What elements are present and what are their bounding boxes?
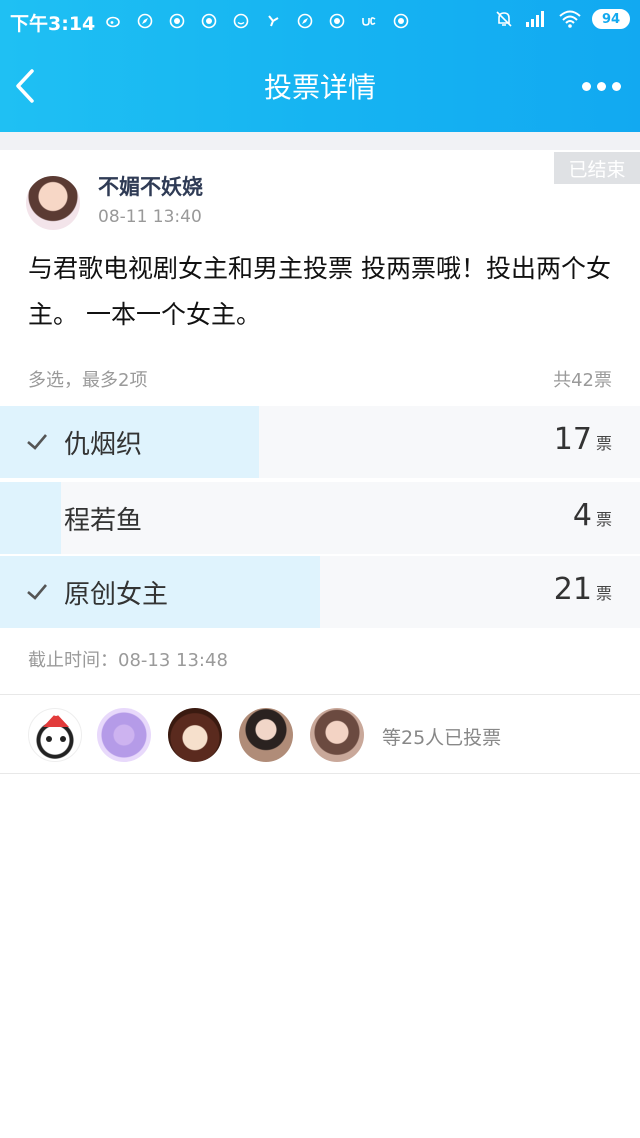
signal-icon xyxy=(524,9,548,29)
panda-santa-avatar xyxy=(28,708,82,762)
status-badge: 已结束 xyxy=(554,152,640,184)
vote-rule: 多选，最多2项 xyxy=(28,370,148,391)
vote-deadline: 截止时间：08-13 13:48 xyxy=(28,650,228,671)
top-bar: 下午3:14 94 投票详情 xyxy=(0,0,640,132)
qq-icon xyxy=(392,12,410,30)
weibo-icon xyxy=(104,12,122,30)
vote-count-unit: 票 xyxy=(595,434,612,453)
vote-option-label: 仇烟织 xyxy=(64,430,143,460)
compass-icon xyxy=(296,12,314,30)
vote-option-count: 17 票 xyxy=(554,422,612,457)
vote-count-unit: 票 xyxy=(595,584,612,603)
qq-icon xyxy=(168,12,186,30)
vote-option-label: 程若鱼 xyxy=(64,506,143,536)
section-separator xyxy=(0,132,640,150)
voter-list[interactable]: 等25人已投票 xyxy=(0,695,640,773)
mute-bell-icon xyxy=(494,9,514,29)
vote-count-number: 21 xyxy=(553,572,592,607)
smile-icon xyxy=(232,12,250,30)
more-button[interactable] xyxy=(582,76,622,96)
author-name[interactable]: 不媚不妖娆 xyxy=(98,171,203,201)
more-dots-icon xyxy=(582,81,591,91)
qq-icon xyxy=(328,12,346,30)
status-time: 下午3:14 xyxy=(10,13,96,35)
divider xyxy=(0,773,640,774)
notification-icons xyxy=(104,12,410,30)
uc-icon xyxy=(360,12,378,30)
vote-option-count: 4 票 xyxy=(573,498,612,533)
voters-summary: 等25人已投票 xyxy=(382,727,502,749)
vote-option-label: 原创女主 xyxy=(64,580,169,610)
qq-icon xyxy=(200,12,218,30)
vote-option-3[interactable]: 原创女主 21 票 xyxy=(0,556,640,628)
vote-count-unit: 票 xyxy=(595,510,612,529)
post-content: 与君歌电视剧女主和男主投票 投两票哦！投出两个女主。 一本一个女主。 xyxy=(28,254,611,329)
purple-cartoon-avatar xyxy=(97,708,151,762)
page-title: 投票详情 xyxy=(263,71,376,104)
anime-boy-avatar xyxy=(168,708,222,762)
vote-option-1[interactable]: 仇烟织 17 票 xyxy=(0,406,640,478)
vote-option-2[interactable]: 程若鱼 4 票 xyxy=(0,482,640,554)
woman-portrait-avatar xyxy=(239,708,293,762)
check-icon xyxy=(27,434,47,450)
check-icon xyxy=(27,584,47,600)
battery-icon: 94 xyxy=(592,9,630,29)
status-bar: 下午3:14 94 xyxy=(0,0,640,42)
status-right: 94 xyxy=(494,9,630,29)
nav-bar: 投票详情 xyxy=(0,42,640,132)
vote-option-count: 21 票 xyxy=(554,572,612,607)
fan-icon xyxy=(264,12,282,30)
compass-icon xyxy=(136,12,154,30)
santa-hat-icon xyxy=(43,710,69,742)
vote-bar-fill xyxy=(0,482,61,554)
girl-portrait-avatar xyxy=(310,708,364,762)
vote-count-number: 4 xyxy=(572,498,592,533)
post-time: 08-11 13:40 xyxy=(98,207,202,227)
vote-total: 共42票 xyxy=(553,370,612,391)
vote-count-number: 17 xyxy=(553,422,592,457)
wifi-icon xyxy=(558,9,582,29)
author-avatar[interactable] xyxy=(26,176,80,230)
